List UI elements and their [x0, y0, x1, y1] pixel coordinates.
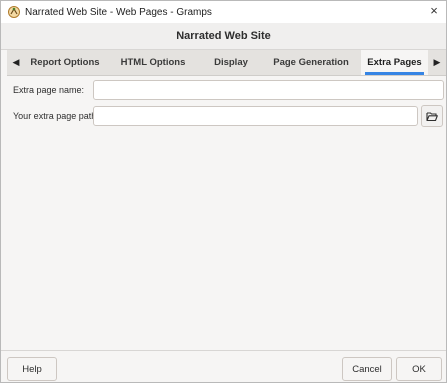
footer-separator [1, 350, 446, 351]
extra-page-path-input[interactable] [93, 106, 418, 126]
close-icon[interactable]: × [426, 3, 442, 19]
header-bar: Narrated Web Site [1, 23, 446, 50]
help-button[interactable]: Help [7, 357, 57, 381]
window-title: Narrated Web Site - Web Pages - Gramps [25, 6, 212, 18]
cancel-button[interactable]: Cancel [342, 357, 392, 381]
tab-html-options[interactable]: HTML Options [105, 50, 201, 75]
extra-page-name-label: Extra page name: [13, 85, 85, 95]
tab-scroll-left-icon[interactable]: ◀ [7, 50, 25, 75]
extra-page-name-row: Extra page name: [13, 79, 84, 101]
tab-extra-pages[interactable]: Extra Pages [361, 50, 428, 75]
tab-display[interactable]: Display [201, 50, 261, 75]
notebook-tabs: ◀ Report Options HTML Options Display Pa… [7, 50, 446, 76]
folder-open-icon [426, 111, 438, 122]
extra-pages-panel: Extra page name: Your extra page path: [7, 76, 446, 349]
ok-button[interactable]: OK [396, 357, 442, 381]
extra-page-name-input[interactable] [93, 80, 444, 100]
extra-page-path-row: Your extra page path: [13, 105, 99, 127]
dialog-header-title: Narrated Web Site [176, 30, 271, 42]
title-bar[interactable]: Narrated Web Site - Web Pages - Gramps × [1, 1, 446, 23]
extra-page-path-label: Your extra page path: [13, 111, 99, 121]
dialog-window: Narrated Web Site - Web Pages - Gramps ×… [0, 0, 447, 383]
tab-page-generation[interactable]: Page Generation [261, 50, 361, 75]
tab-scroll-right-icon[interactable]: ▶ [428, 50, 446, 75]
browse-folder-button[interactable] [421, 105, 443, 127]
tab-report-options[interactable]: Report Options [25, 50, 105, 75]
gramps-app-icon [7, 5, 21, 19]
